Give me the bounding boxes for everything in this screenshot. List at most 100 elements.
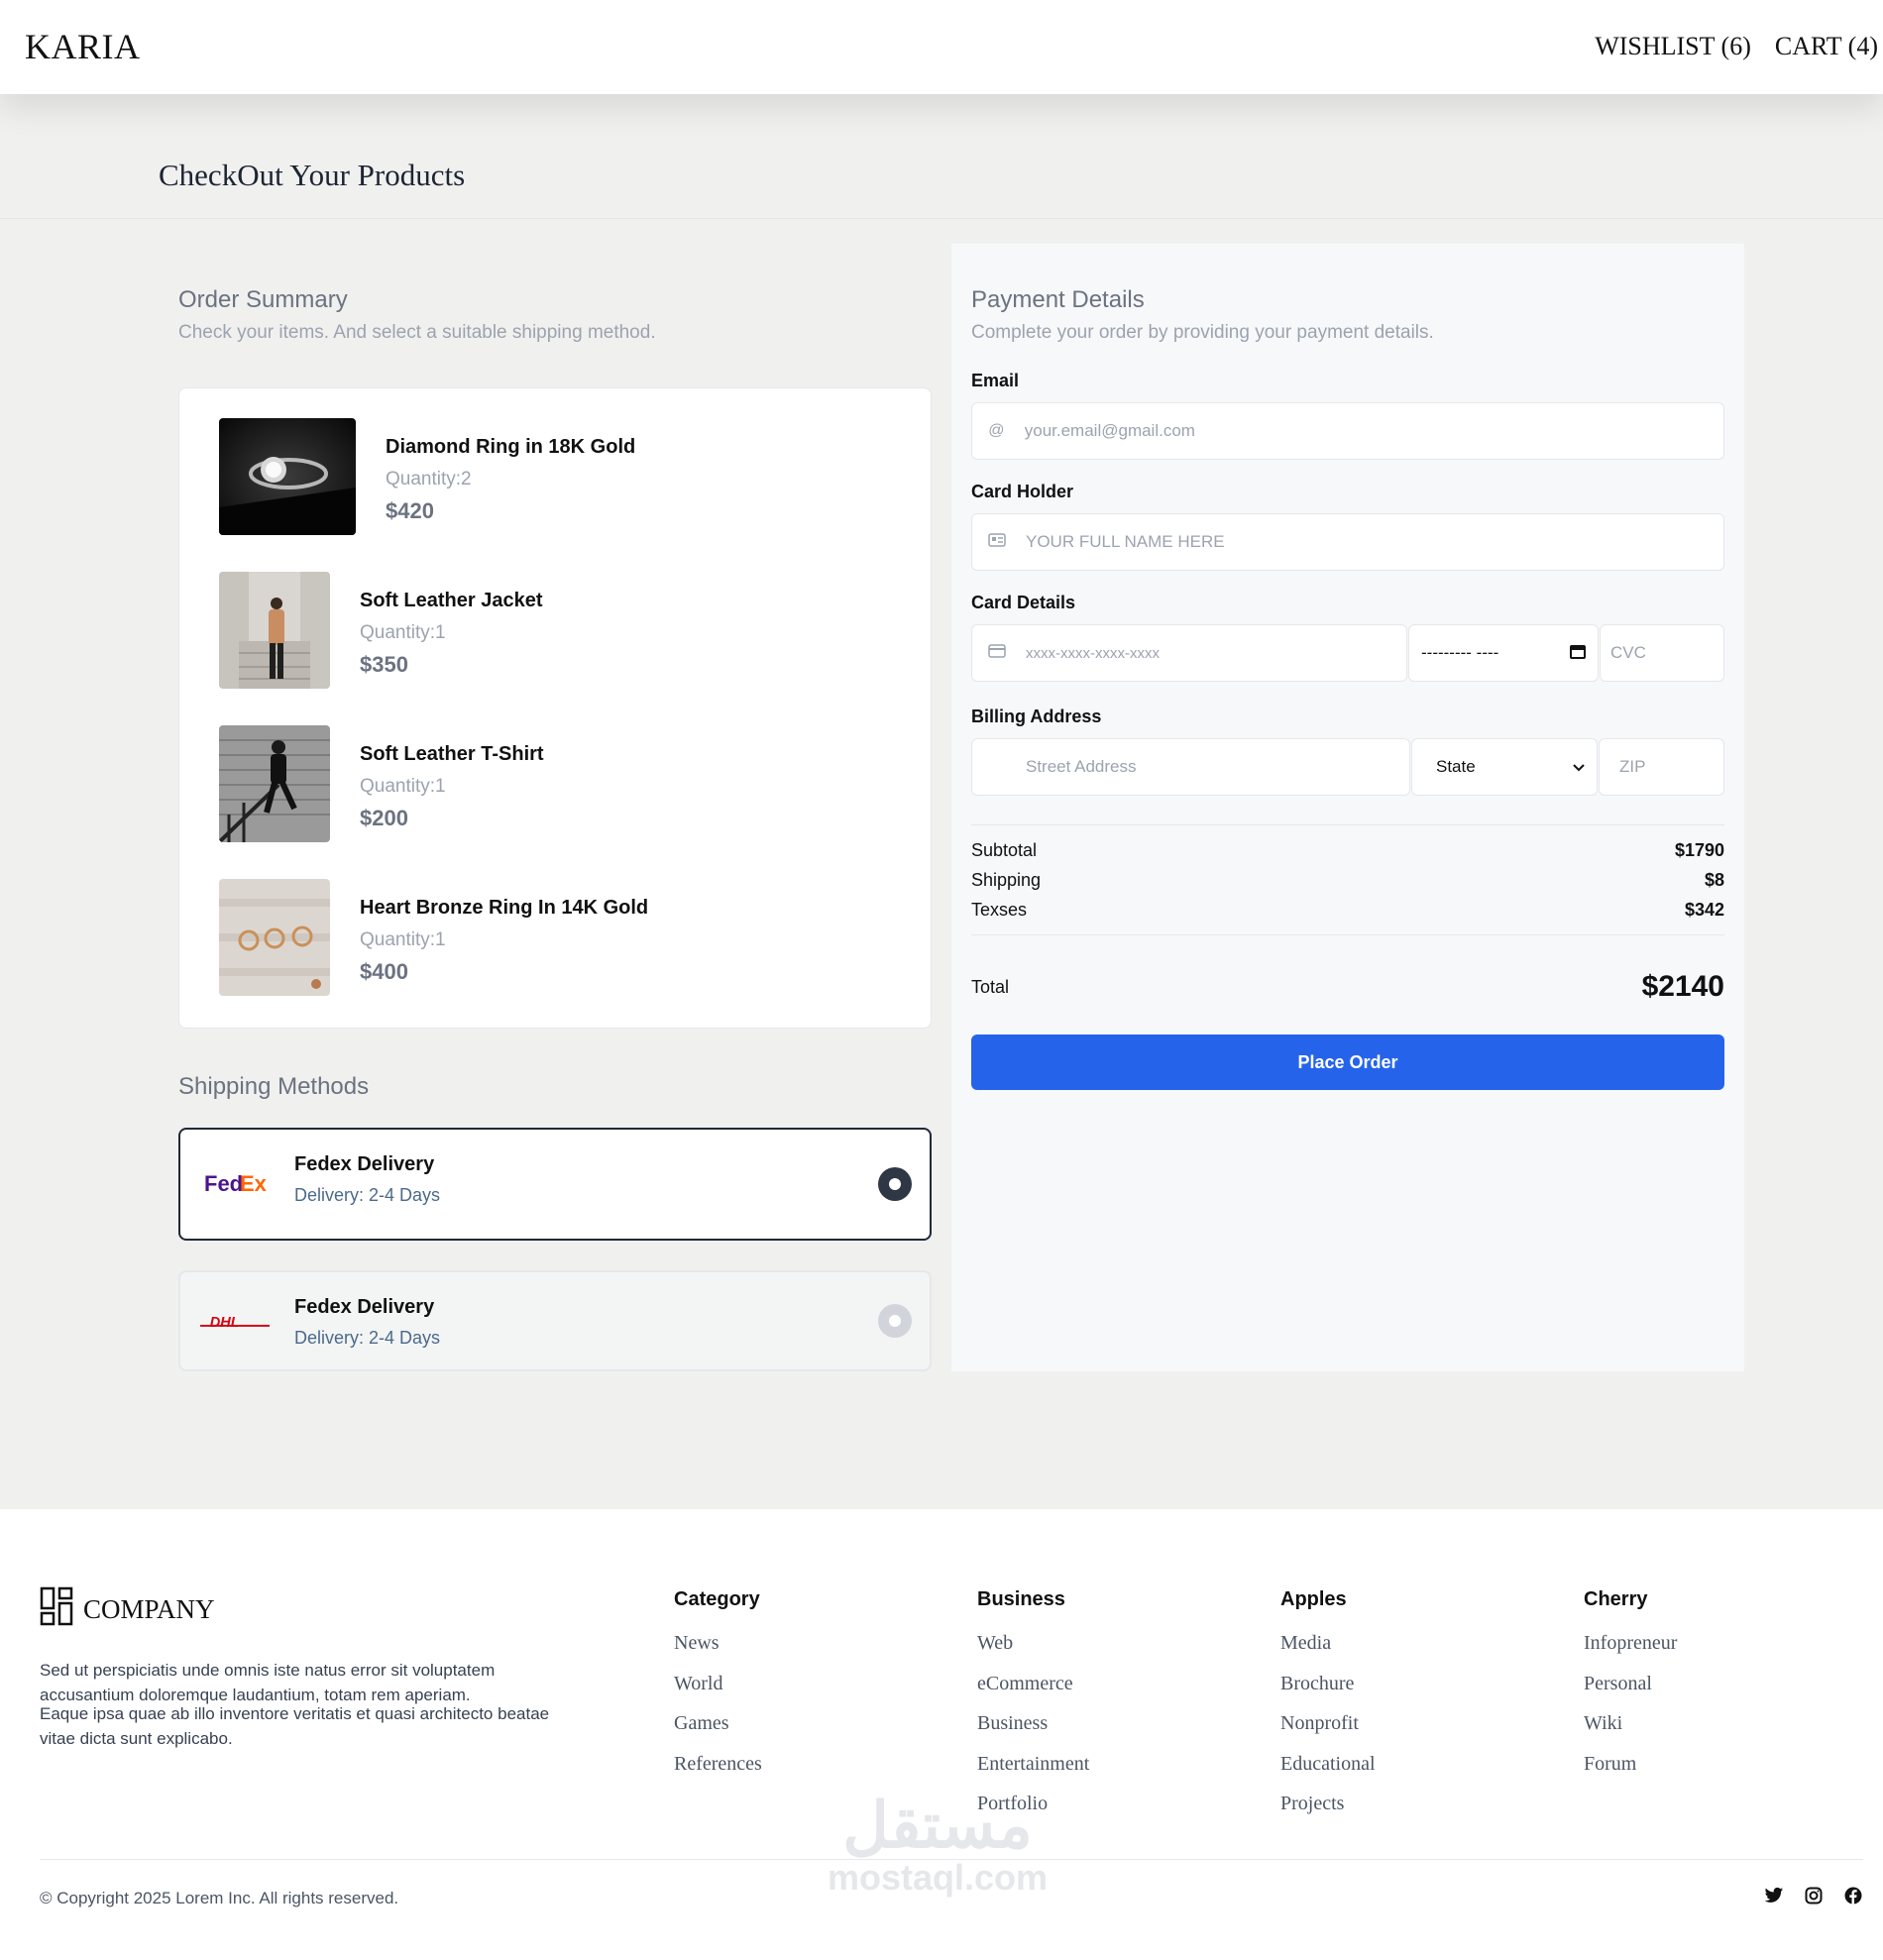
footer-column-category: Category News World Games References	[674, 1588, 762, 1784]
card-holder-label: Card Holder	[971, 482, 1074, 501]
credit-card-icon	[988, 643, 1006, 663]
page-title: CheckOut Your Products	[159, 158, 466, 192]
order-summary-subtitle: Check your items. And select a suitable …	[178, 322, 656, 343]
grid-logo-icon	[40, 1586, 73, 1633]
fedex-logo-ex: Ex	[240, 1171, 268, 1196]
shipping-option-fedex[interactable]: Fed Ex Fedex Delivery Delivery: 2-4 Days	[178, 1128, 932, 1241]
footer-link[interactable]: References	[674, 1744, 762, 1785]
copyright: © Copyright 2025 Lorem Inc. All rights r…	[40, 1889, 399, 1907]
fedex-logo-fed: Fed	[204, 1171, 243, 1196]
footer-link[interactable]: Games	[674, 1703, 762, 1744]
state-select-value: State	[1436, 757, 1476, 776]
zip-field-wrapper	[1599, 738, 1724, 796]
email-label: Email	[971, 371, 1020, 390]
footer-link[interactable]: Forum	[1584, 1744, 1677, 1785]
footer-column-cherry: Cherry Infopreneur Personal Wiki Forum	[1584, 1588, 1677, 1784]
shipping-time: Delivery: 2-4 Days	[294, 1328, 441, 1348]
footer-link[interactable]: Media	[1280, 1623, 1376, 1664]
footer-link[interactable]: Portfolio	[977, 1784, 1089, 1824]
shipping-methods-title: Shipping Methods	[178, 1073, 370, 1100]
product-image	[219, 725, 330, 842]
shipping-option-dhl[interactable]: DHL Fedex Delivery Delivery: 2-4 Days	[178, 1270, 932, 1371]
footer-link[interactable]: Infopreneur	[1584, 1623, 1677, 1664]
instagram-icon[interactable]	[1804, 1886, 1824, 1906]
product-name[interactable]: Heart Bronze Ring In 14K Gold	[360, 897, 648, 920]
product-quantity: Quantity:1	[360, 622, 446, 643]
footer-link[interactable]: Projects	[1280, 1784, 1376, 1824]
cart-link[interactable]: CART (4)	[1775, 32, 1878, 61]
footer-link[interactable]: Nonprofit	[1280, 1703, 1376, 1744]
street-address-input[interactable]	[1026, 739, 1409, 795]
list-item: Diamond Ring in 18K Gold Quantity:2 $420	[219, 418, 635, 535]
product-image	[219, 879, 330, 996]
footer-link[interactable]: News	[674, 1623, 762, 1664]
fedex-logo-icon: Fed Ex	[200, 1149, 270, 1219]
payment-subtitle: Complete your order by providing your pa…	[971, 322, 1434, 343]
footer-column-apples: Apples Media Brochure Nonprofit Educatio…	[1280, 1588, 1376, 1824]
shipping-label: Shipping	[971, 870, 1042, 890]
zip-input[interactable]	[1619, 739, 1723, 795]
product-name[interactable]: Soft Leather T-Shirt	[360, 743, 544, 766]
cvc-input[interactable]	[1610, 625, 1723, 681]
social-links	[1764, 1886, 1863, 1906]
footer-link[interactable]: Personal	[1584, 1664, 1677, 1704]
footer-column-title: Apples	[1280, 1588, 1347, 1610]
footer-link[interactable]: Business	[977, 1703, 1089, 1744]
billing-address-label: Billing Address	[971, 707, 1102, 726]
shipping-row: Shipping $8	[971, 870, 1724, 891]
product-list: Diamond Ring in 18K Gold Quantity:2 $420	[178, 387, 932, 1029]
twitter-icon[interactable]	[1764, 1886, 1784, 1906]
expiry-field[interactable]: --------- ----	[1408, 624, 1599, 682]
shipping-time: Delivery: 2-4 Days	[294, 1185, 441, 1205]
taxes-value: $342	[1684, 900, 1724, 920]
footer-column-business: Business Web eCommerce Business Entertai…	[977, 1588, 1089, 1824]
product-price: $200	[360, 806, 408, 830]
calendar-icon[interactable]	[1570, 643, 1586, 664]
footer-link[interactable]: Web	[977, 1623, 1089, 1664]
subtotal-label: Subtotal	[971, 840, 1038, 860]
shipping-value: $8	[1704, 870, 1724, 890]
email-field[interactable]	[1024, 403, 1723, 459]
total-row: Total $2140	[971, 970, 1724, 1004]
svg-text:DHL: DHL	[210, 1315, 240, 1331]
footer-column-title: Category	[674, 1588, 760, 1610]
email-field-wrapper: @	[971, 402, 1724, 460]
footer-link[interactable]: Brochure	[1280, 1664, 1376, 1704]
taxes-label: Texses	[971, 900, 1028, 920]
subtotal-row: Subtotal $1790	[971, 840, 1724, 861]
facebook-icon[interactable]	[1843, 1886, 1863, 1906]
product-price: $400	[360, 959, 408, 984]
taxes-row: Texses $342	[971, 900, 1724, 921]
total-divider	[971, 934, 1724, 935]
payment-panel: Payment Details Complete your order by p…	[951, 244, 1744, 1371]
footer-description-1: Sed ut perspiciatis unde omnis iste natu…	[40, 1661, 496, 1704]
footer-column-title: Cherry	[1584, 1588, 1648, 1610]
footer-link[interactable]: Entertainment	[977, 1744, 1089, 1785]
cvc-field-wrapper	[1600, 624, 1724, 682]
site-footer: COMPANY Sed ut perspiciatis unde omnis i…	[0, 1509, 1883, 1960]
shipping-radio-unselected[interactable]	[878, 1304, 912, 1338]
expiry-placeholder: --------- ----	[1421, 643, 1499, 662]
product-name[interactable]: Soft Leather Jacket	[360, 590, 543, 612]
product-quantity: Quantity:1	[360, 929, 446, 950]
footer-brand[interactable]: COMPANY	[40, 1586, 215, 1633]
footer-link[interactable]: World	[674, 1664, 762, 1704]
site-logo[interactable]: KARIA	[25, 26, 141, 67]
product-name[interactable]: Diamond Ring in 18K Gold	[386, 436, 635, 459]
site-header: KARIA WISHLIST (6) CART (4)	[0, 0, 1883, 94]
place-order-button[interactable]: Place Order	[971, 1034, 1724, 1090]
shipping-radio-selected[interactable]	[878, 1167, 912, 1201]
footer-link[interactable]: eCommerce	[977, 1664, 1089, 1704]
card-number-input[interactable]	[1026, 625, 1406, 681]
street-address-wrapper	[971, 738, 1410, 796]
page-title-bar: CheckOut Your Products	[0, 94, 1883, 219]
footer-link[interactable]: Educational	[1280, 1744, 1376, 1785]
shipping-name: Fedex Delivery	[294, 1296, 435, 1318]
product-quantity: Quantity:2	[386, 469, 472, 490]
total-value: $2140	[1641, 970, 1724, 1003]
list-item: Soft Leather Jacket Quantity:1 $350	[219, 572, 543, 689]
state-select[interactable]: State	[1411, 738, 1598, 796]
footer-link[interactable]: Wiki	[1584, 1703, 1677, 1744]
wishlist-link[interactable]: WISHLIST (6)	[1595, 32, 1751, 61]
card-holder-input[interactable]	[1026, 514, 1723, 570]
